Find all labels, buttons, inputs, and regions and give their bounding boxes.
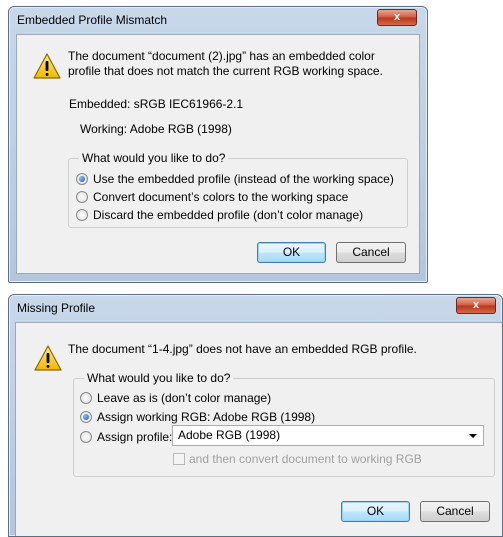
option-label: Use the embedded profile (instead of the… [93, 172, 394, 186]
dialog-title[interactable]: Embedded Profile Mismatch [9, 7, 427, 33]
ok-button[interactable]: OK [341, 501, 410, 522]
radio-button[interactable] [76, 173, 88, 185]
message-text: The document “1-4.jpg” does not have an … [68, 342, 417, 356]
action-groupbox: What would you like to do? Use the embed… [68, 151, 408, 228]
profile-select-value: Adobe RGB (1998) [178, 428, 281, 442]
chevron-down-icon[interactable] [469, 434, 477, 438]
option-label: Assign working RGB: Adobe RGB (1998) [97, 410, 316, 424]
cancel-button[interactable]: Cancel [420, 501, 490, 522]
radio-button[interactable] [80, 392, 92, 404]
option-assign-profile[interactable]: Assign profile: [80, 430, 172, 444]
option-convert[interactable]: Convert document’s colors to the working… [76, 190, 348, 204]
radio-button[interactable] [80, 411, 92, 423]
dialog-body: The document “document (2).jpg” has an e… [16, 34, 420, 274]
dialog-title[interactable]: Missing Profile [9, 295, 502, 321]
convert-checkbox[interactable] [173, 453, 185, 465]
option-label: Leave as is (don’t color manage) [97, 391, 272, 405]
radio-button[interactable] [76, 191, 88, 203]
option-leave-as-is[interactable]: Leave as is (don’t color manage) [80, 391, 271, 405]
missing-profile-dialog: Missing Profile x The document “1-4.jpg”… [8, 294, 503, 537]
option-use-embedded[interactable]: Use the embedded profile (instead of the… [76, 172, 394, 186]
message-line-1: The document “document (2).jpg” has an e… [68, 49, 375, 63]
option-label: Assign profile: [97, 430, 173, 444]
dialog-body: The document “1-4.jpg” does not have an … [15, 322, 502, 536]
warning-icon [33, 53, 61, 79]
message-line-2: profile that does not match the current … [68, 64, 383, 78]
option-label: Convert document’s colors to the working… [93, 190, 349, 204]
cancel-button[interactable]: Cancel [336, 242, 406, 263]
option-discard[interactable]: Discard the embedded profile (don’t colo… [76, 208, 363, 222]
ok-button[interactable]: OK [257, 242, 326, 263]
radio-button[interactable] [76, 209, 88, 221]
convert-checkbox-label: and then convert document to working RGB [189, 452, 422, 466]
option-assign-working-rgb[interactable]: Assign working RGB: Adobe RGB (1998) [80, 410, 315, 424]
working-profile-text: Working: Adobe RGB (1998) [80, 122, 232, 136]
warning-icon [34, 345, 62, 371]
option-label: Discard the embedded profile (don’t colo… [93, 208, 364, 222]
embedded-profile-text: Embedded: sRGB IEC61966-2.1 [69, 97, 244, 111]
profile-select[interactable]: Adobe RGB (1998) [172, 425, 484, 446]
group-label: What would you like to do? [84, 371, 234, 385]
close-button[interactable]: x [377, 9, 417, 26]
action-groupbox: What would you like to do? Leave as is (… [73, 371, 495, 477]
embedded-profile-mismatch-dialog: Embedded Profile Mismatch x The document… [8, 6, 428, 283]
close-button[interactable]: x [456, 297, 496, 314]
convert-checkbox-row[interactable]: and then convert document to working RGB [173, 452, 422, 466]
radio-button[interactable] [80, 431, 92, 443]
group-label: What would you like to do? [79, 151, 229, 165]
